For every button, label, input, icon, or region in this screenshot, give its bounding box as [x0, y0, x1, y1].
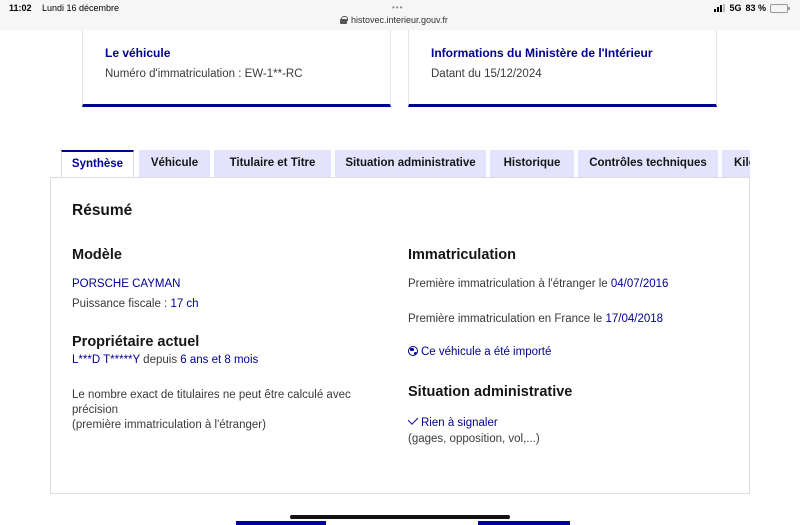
- network-label: 5G: [729, 3, 742, 13]
- owner-name: L***D T*****Y: [72, 354, 140, 366]
- imported-link-label: Ce véhicule a été importé: [421, 346, 552, 358]
- foreign-registration-date: 04/07/2016: [610, 278, 669, 290]
- tab-synthese[interactable]: Synthèse: [61, 150, 134, 177]
- summary-heading: Résumé: [72, 202, 133, 219]
- tab-historique[interactable]: Historique: [490, 150, 574, 177]
- data-date: Datant du 15/12/2024: [431, 68, 542, 80]
- admin-details: (gages, opposition, vol,...): [408, 433, 540, 445]
- signal-icon: [714, 4, 726, 12]
- owner-heading: Propriétaire actuel: [72, 334, 200, 350]
- vehicle-card-title: Le véhicule: [105, 46, 171, 60]
- fiscal-power: Puissance fiscale : 17 ch: [72, 297, 199, 312]
- ministry-card-title: Informations du Ministère de l'Intérieur: [431, 46, 653, 60]
- tab-vehicule[interactable]: Véhicule: [139, 150, 210, 177]
- globe-icon: [408, 346, 418, 356]
- tab-controles[interactable]: Contrôles techniques: [578, 150, 718, 177]
- owner-line: L***D T*****Y depuis 6 ans et 8 mois: [72, 353, 258, 368]
- registration-number: Numéro d'immatriculation : EW-1**-RC: [105, 68, 303, 80]
- home-indicator[interactable]: [290, 515, 510, 519]
- battery-percent: 83 %: [745, 3, 766, 13]
- fiscal-power-value: 17 ch: [170, 298, 199, 310]
- france-registration-date: 17/04/2018: [605, 313, 664, 325]
- address-bar[interactable]: histovec.interieur.gouv.fr: [340, 15, 448, 25]
- owner-note: Le nombre exact de titulaires ne peut êt…: [72, 388, 351, 433]
- status-time: 11:02: [9, 3, 32, 13]
- admin-heading: Situation administrative: [408, 384, 573, 400]
- owner-note-line-1: Le nombre exact de titulaires ne peut êt…: [72, 389, 351, 401]
- vehicle-card: Le véhicule Numéro d'immatriculation : E…: [82, 30, 391, 107]
- france-registration-label: Première immatriculation en France le: [408, 313, 606, 325]
- multitasking-dots-icon[interactable]: •••: [392, 3, 403, 12]
- owner-since-label: depuis: [139, 354, 181, 366]
- check-icon: [407, 414, 419, 425]
- bottom-button-left[interactable]: [236, 521, 326, 525]
- ministry-card: Informations du Ministère de l'Intérieur…: [408, 30, 717, 107]
- foreign-registration-label: Première immatriculation à l'étranger le: [408, 278, 611, 290]
- fiscal-power-label: Puissance fiscale :: [72, 298, 171, 310]
- france-registration: Première immatriculation en France le 17…: [408, 312, 663, 327]
- battery-icon: [770, 3, 790, 13]
- model-name: PORSCHE CAYMAN: [72, 278, 181, 290]
- status-bar: 11:02 Lundi 16 décembre ••• histovec.int…: [0, 0, 800, 30]
- tab-situation[interactable]: Situation administrative: [335, 150, 486, 177]
- admin-status: Rien à signaler: [407, 414, 498, 429]
- owner-note-line-3: (première immatriculation à l'étranger): [72, 419, 266, 431]
- url-text: histovec.interieur.gouv.fr: [351, 15, 448, 25]
- status-indicators: 5G 83 %: [714, 3, 790, 13]
- owner-note-line-2: précision: [72, 404, 119, 416]
- tab-bar: Synthèse Véhicule Titulaire et Titre Sit…: [61, 150, 750, 177]
- imported-link[interactable]: Ce véhicule a été importé: [408, 346, 551, 358]
- registration-heading: Immatriculation: [408, 247, 516, 263]
- model-heading: Modèle: [72, 247, 122, 263]
- admin-status-label: Rien à signaler: [421, 417, 498, 429]
- owner-duration: 6 ans et 8 mois: [180, 354, 259, 366]
- tab-kilometrage[interactable]: Kilo: [722, 150, 750, 177]
- tab-titulaire[interactable]: Titulaire et Titre: [214, 150, 331, 177]
- foreign-registration: Première immatriculation à l'étranger le…: [408, 277, 668, 292]
- lock-icon: [340, 16, 348, 24]
- status-date: Lundi 16 décembre: [42, 3, 120, 13]
- bottom-button-right[interactable]: [478, 521, 570, 525]
